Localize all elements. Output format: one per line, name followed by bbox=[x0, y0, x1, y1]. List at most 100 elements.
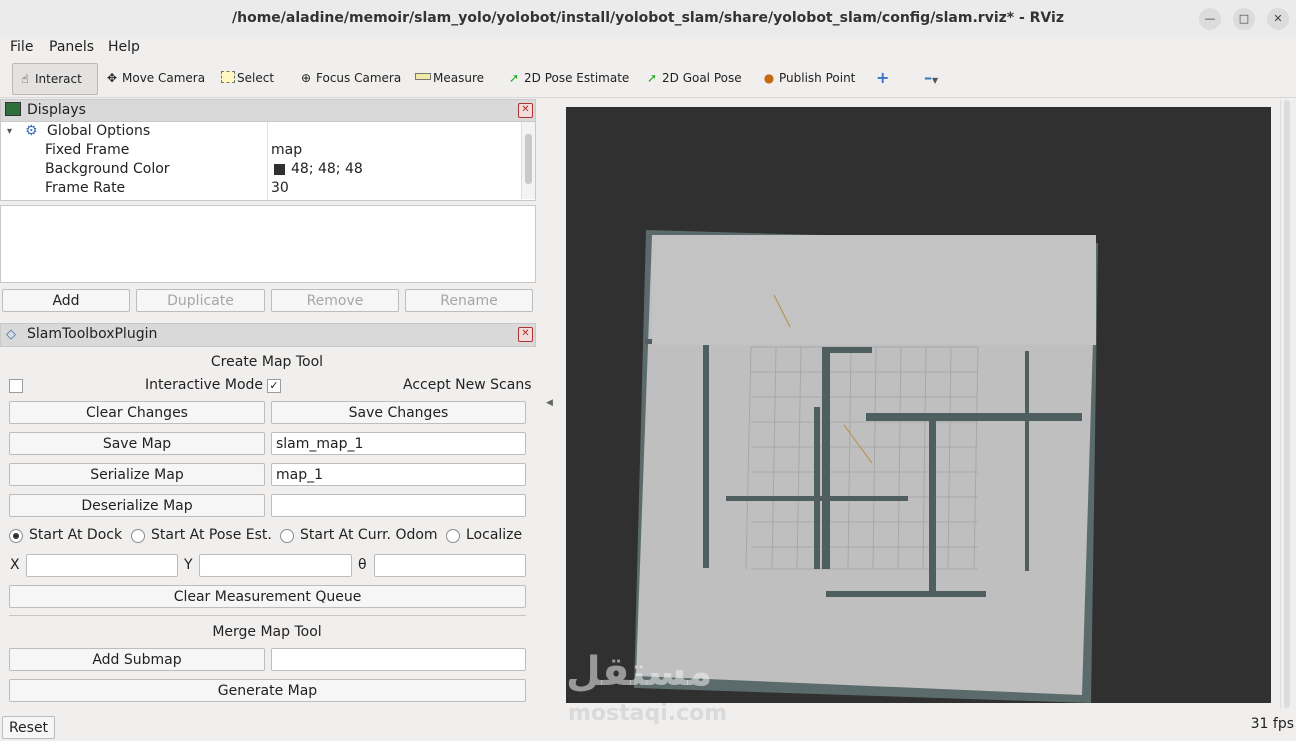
move-camera-tool[interactable]: ✥ Move Camera bbox=[100, 63, 209, 93]
global-options-label[interactable]: Global Options bbox=[47, 122, 150, 141]
display-description bbox=[0, 205, 536, 283]
background-color-label: Background Color bbox=[45, 161, 170, 177]
remove-display-button[interactable]: Remove bbox=[271, 289, 399, 312]
hand-icon: ☝ bbox=[21, 72, 29, 86]
y-field[interactable] bbox=[199, 554, 352, 577]
start-at-odom-label: Start At Curr. Odom bbox=[300, 527, 438, 543]
move-camera-icon: ✥ bbox=[106, 71, 118, 85]
fps-counter: 31 fps bbox=[1250, 716, 1294, 732]
rename-display-button[interactable]: Rename bbox=[405, 289, 533, 312]
section-divider bbox=[9, 615, 526, 616]
localize-radio[interactable] bbox=[446, 529, 460, 543]
occupancy-map bbox=[634, 230, 1098, 703]
serialize-map-button[interactable]: Serialize Map bbox=[9, 463, 265, 486]
menu-file[interactable]: File bbox=[10, 39, 33, 55]
frame-rate-value[interactable]: 30 bbox=[271, 179, 289, 198]
green-arrow-icon: ➚ bbox=[646, 71, 658, 85]
theta-label: θ bbox=[358, 557, 367, 573]
tree-scrollbar[interactable] bbox=[521, 122, 535, 199]
start-at-dock-radio[interactable] bbox=[9, 529, 23, 543]
deserialize-map-field[interactable] bbox=[271, 494, 526, 517]
focus-camera-label: Focus Camera bbox=[316, 71, 402, 85]
add-submap-button[interactable]: Add Submap bbox=[9, 648, 265, 671]
add-tool-button[interactable]: + bbox=[872, 63, 893, 93]
interactive-mode-checkbox[interactable] bbox=[9, 379, 23, 393]
window-title: /home/aladine/memoir/slam_yolo/yolobot/i… bbox=[232, 10, 1064, 26]
select-tool[interactable]: Select bbox=[217, 63, 278, 93]
start-at-odom-radio[interactable] bbox=[280, 529, 294, 543]
clear-measurement-queue-button[interactable]: Clear Measurement Queue bbox=[9, 585, 526, 608]
ruler-icon bbox=[415, 73, 431, 80]
menu-panels[interactable]: Panels bbox=[49, 39, 94, 55]
minimize-button[interactable]: — bbox=[1199, 8, 1221, 30]
scrollbar-track[interactable] bbox=[1284, 100, 1290, 708]
clear-changes-button[interactable]: Clear Changes bbox=[9, 401, 265, 424]
displays-header: Displays ✕ bbox=[0, 99, 536, 123]
publish-point-label: Publish Point bbox=[779, 71, 856, 85]
dropdown-arrow-icon: ▼ bbox=[932, 76, 939, 85]
interactive-mode-label: Interactive Mode bbox=[145, 377, 264, 393]
theta-field[interactable] bbox=[374, 554, 526, 577]
displays-title: Displays bbox=[27, 102, 86, 118]
scrollbar-thumb[interactable] bbox=[525, 134, 532, 184]
publish-point-tool[interactable]: ● Publish Point bbox=[757, 63, 859, 93]
serialize-map-field[interactable]: map_1 bbox=[271, 463, 526, 486]
y-label: Y bbox=[184, 557, 193, 573]
maximize-button[interactable]: □ bbox=[1233, 8, 1255, 30]
save-map-field[interactable]: slam_map_1 bbox=[271, 432, 526, 455]
add-display-button[interactable]: Add bbox=[2, 289, 130, 312]
duplicate-display-button[interactable]: Duplicate bbox=[136, 289, 265, 312]
expand-arrow-icon[interactable]: ▾ bbox=[7, 122, 12, 141]
focus-crosshair-icon: ⊕ bbox=[300, 71, 312, 85]
green-arrow-icon: ➚ bbox=[508, 71, 520, 85]
measure-label: Measure bbox=[433, 71, 484, 85]
plus-icon: + bbox=[876, 68, 890, 87]
generate-map-button[interactable]: Generate Map bbox=[9, 679, 526, 702]
goal-pose-tool[interactable]: ➚ 2D Goal Pose bbox=[640, 63, 746, 93]
interact-label: Interact bbox=[35, 72, 82, 86]
fixed-frame-value[interactable]: map bbox=[271, 141, 302, 160]
reset-button[interactable]: Reset bbox=[2, 716, 55, 739]
select-label: Select bbox=[237, 71, 275, 85]
add-submap-field[interactable] bbox=[271, 648, 526, 671]
color-swatch bbox=[274, 164, 285, 175]
focus-camera-tool[interactable]: ⊕ Focus Camera bbox=[294, 63, 405, 93]
pose-estimate-tool[interactable]: ➚ 2D Pose Estimate bbox=[502, 63, 633, 93]
goal-pose-label: 2D Goal Pose bbox=[662, 71, 742, 85]
remove-tool-button[interactable]: –▼ bbox=[920, 63, 942, 93]
slam-plugin-title: SlamToolboxPlugin bbox=[27, 326, 158, 342]
render-viewport[interactable]: مستقل mostaqi.com bbox=[566, 107, 1271, 726]
displays-tree: ▾ ⚙ Global Options Fixed Frame map Backg… bbox=[0, 121, 536, 201]
watermark-logo: مستقل bbox=[566, 649, 713, 695]
background-color-value[interactable]: 48; 48; 48 bbox=[291, 160, 363, 179]
column-divider bbox=[267, 122, 268, 200]
start-at-dock-label: Start At Dock bbox=[29, 527, 123, 543]
x-field[interactable] bbox=[26, 554, 178, 577]
watermark-text: mostaqi.com bbox=[568, 701, 728, 726]
start-at-pose-radio[interactable] bbox=[131, 529, 145, 543]
save-map-button[interactable]: Save Map bbox=[9, 432, 265, 455]
deserialize-map-button[interactable]: Deserialize Map bbox=[9, 494, 265, 517]
monitor-icon bbox=[5, 102, 21, 116]
interact-tool[interactable]: ☝ Interact bbox=[12, 63, 98, 95]
accept-scans-label: Accept New Scans bbox=[403, 377, 532, 393]
minus-icon: – bbox=[924, 68, 932, 87]
collapse-left-icon[interactable]: ◀ bbox=[546, 398, 553, 408]
start-at-pose-label: Start At Pose Est. bbox=[151, 527, 272, 543]
select-box-icon bbox=[221, 71, 235, 83]
accept-scans-checkbox[interactable]: ✓ bbox=[267, 379, 281, 393]
map-pin-icon: ● bbox=[763, 71, 775, 85]
menu-help[interactable]: Help bbox=[108, 39, 140, 55]
gear-icon: ⚙ bbox=[25, 123, 38, 139]
close-panel-icon[interactable]: ✕ bbox=[518, 327, 533, 342]
measure-tool[interactable]: Measure bbox=[411, 63, 488, 93]
localize-label: Localize bbox=[466, 527, 523, 543]
menu-bar bbox=[0, 37, 1296, 59]
save-changes-button[interactable]: Save Changes bbox=[271, 401, 526, 424]
create-map-title: Create Map Tool bbox=[210, 354, 324, 370]
move-camera-label: Move Camera bbox=[122, 71, 206, 85]
right-dock-strip bbox=[1280, 100, 1293, 708]
x-label: X bbox=[10, 557, 20, 573]
close-panel-icon[interactable]: ✕ bbox=[518, 103, 533, 118]
close-window-button[interactable]: ✕ bbox=[1267, 8, 1289, 30]
